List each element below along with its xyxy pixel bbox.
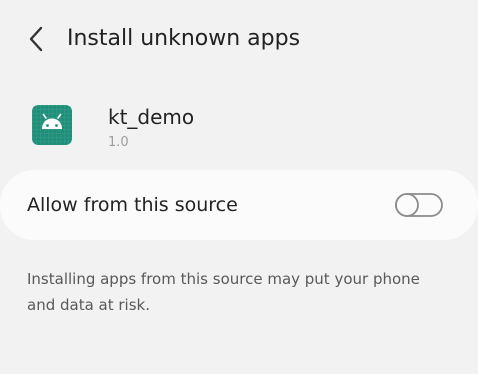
allow-source-setting[interactable]: Allow from this source bbox=[0, 170, 478, 240]
chevron-left-icon bbox=[29, 26, 43, 52]
allow-source-label: Allow from this source bbox=[27, 194, 238, 216]
toggle-switch-icon bbox=[395, 193, 443, 217]
page-title: Install unknown apps bbox=[67, 26, 301, 51]
android-app-icon bbox=[32, 105, 72, 145]
security-warning-text: Installing apps from this source may put… bbox=[27, 270, 420, 314]
allow-source-toggle[interactable] bbox=[395, 193, 443, 217]
back-button[interactable] bbox=[20, 22, 52, 56]
app-header: Install unknown apps bbox=[0, 0, 478, 78]
app-info-row: kt_demo 1.0 bbox=[0, 96, 478, 160]
app-name: kt_demo bbox=[108, 105, 195, 129]
app-version: 1.0 bbox=[108, 135, 129, 150]
